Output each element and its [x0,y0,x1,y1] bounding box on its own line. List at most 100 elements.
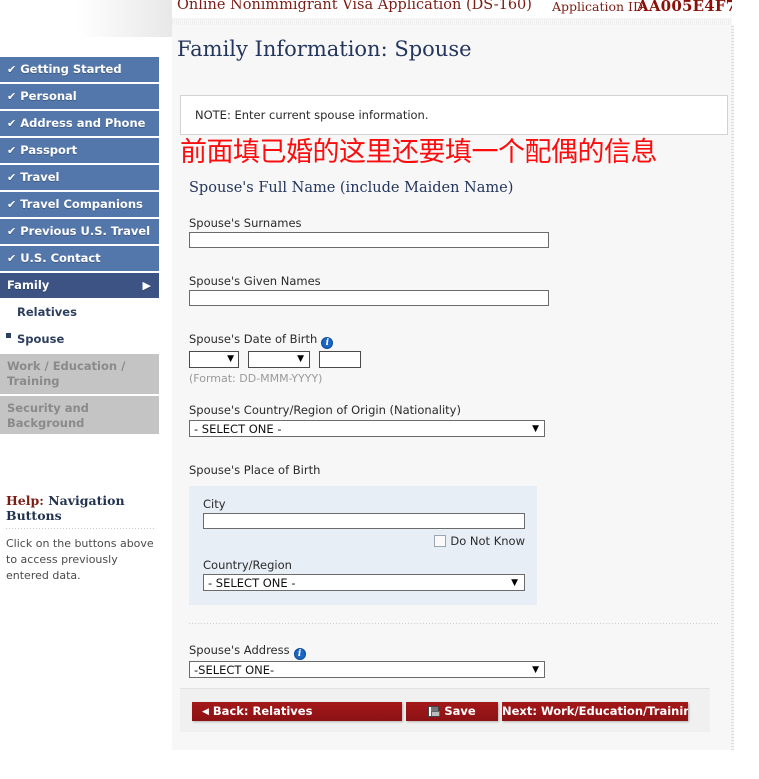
section-heading-full-name: Spouse's Full Name (include Maiden Name) [189,180,514,196]
check-icon: ✔ [7,252,17,265]
info-icon[interactable]: i [321,337,334,349]
app-title: Online Nonimmigrant Visa Application (DS… [177,0,532,13]
next-button[interactable]: Next: Work/Education/Training▶ [502,702,688,721]
spouse-given-names-input[interactable] [189,290,549,306]
button-group: ◀ Back: Relatives Save Next: Work/Educati… [192,702,688,721]
help-divider [6,528,156,529]
form-button-bar: ◀ Back: Relatives Save Next: Work/Educati… [180,688,710,732]
check-icon: ✔ [7,171,17,184]
spouse-nationality-value: - SELECT ONE - [194,422,282,436]
sidebar-item-label: Travel [20,170,60,184]
check-icon: ✔ [7,90,17,103]
sidebar-item-family[interactable]: Family ▶ [0,273,159,298]
current-page-bullet-icon [6,333,11,338]
spouse-nationality-label: Spouse's Country/Region of Origin (Natio… [189,403,461,417]
dob-row: ▼ ▼ [189,351,728,370]
header-divider [172,18,732,25]
pob-do-not-know-row: Do Not Know [203,534,525,548]
application-id-label: Application ID [552,0,644,14]
check-icon: ✔ [7,117,17,130]
pob-do-not-know-checkbox[interactable] [434,535,447,547]
field-spouse-nationality: Spouse's Country/Region of Origin (Natio… [189,399,728,437]
sidebar-item-getting-started[interactable]: ✔ Getting Started [0,57,159,82]
chevron-down-icon: ▼ [532,665,539,675]
sidebar-item-us-contact[interactable]: ✔ U.S. Contact [0,246,159,271]
sidebar-item-previous-us-travel[interactable]: ✔ Previous U.S. Travel [0,219,159,244]
spouse-address-select[interactable]: -SELECT ONE- ▼ [189,661,545,678]
spouse-given-names-label: Spouse's Given Names [189,274,321,288]
place-of-birth-panel: City Do Not Know Country/Region - SELECT… [189,486,537,605]
spouse-dob-day-select[interactable]: ▼ [189,351,239,368]
spouse-address-label: Spouse's Address [189,643,290,657]
sidebar-item-label: Previous U.S. Travel [20,224,151,238]
check-icon: ✔ [7,144,17,157]
sidebar-item-label: Personal [20,89,77,103]
sidebar-item-travel[interactable]: ✔ Travel [0,165,159,190]
main-right-edge [731,25,734,750]
sidebar-item-relatives[interactable]: Relatives [0,300,159,325]
triangle-left-icon: ◀ [202,707,209,717]
chevron-down-icon: ▼ [227,354,234,364]
pob-city-input[interactable] [203,513,525,529]
sidebar-item-label: Family [7,278,50,292]
help-title-highlight: Help: [6,493,44,508]
info-icon[interactable]: i [293,648,306,660]
field-spouse-address: Spouse's Address i -SELECT ONE- ▼ [189,639,728,678]
sidebar-item-address-and-phone[interactable]: ✔ Address and Phone [0,111,159,136]
page-root: Online Nonimmigrant Visa Application (DS… [0,0,759,779]
sidebar-item-travel-companions[interactable]: ✔ Travel Companions [0,192,159,217]
application-id-value: AA005E4F7W [637,0,732,15]
field-spouse-place-of-birth: Spouse's Place of Birth [189,459,728,479]
field-spouse-given-names: Spouse's Given Names [189,270,728,306]
sidebar-item-label: Security and Background [7,401,89,430]
field-spouse-date-of-birth: Spouse's Date of Birth i ▼ ▼ (Format: DD-… [189,328,728,385]
pob-city-label: City [203,497,226,511]
note-text: NOTE: Enter current spouse information. [195,108,429,122]
chevron-right-icon: ▶ [142,279,151,292]
spouse-dob-year-input[interactable] [319,351,362,368]
pob-country-label: Country/Region [203,558,292,572]
sidebar-item-work-education-training: Work / Education / Training [0,354,159,394]
spouse-surnames-label: Spouse's Surnames [189,216,302,230]
chevron-down-icon: ▼ [511,578,518,588]
sidebar-item-label: Travel Companions [20,197,143,211]
sidebar-item-personal[interactable]: ✔ Personal [0,84,159,109]
save-button[interactable]: Save [406,702,498,721]
sidebar-item-label: U.S. Contact [20,251,101,265]
help-title: Help: Navigation Buttons [6,493,156,523]
pob-country-select[interactable]: - SELECT ONE - ▼ [203,574,525,591]
back-button-label: Back: Relatives [212,704,313,718]
chevron-down-icon: ▼ [297,354,305,364]
spouse-dob-label: Spouse's Date of Birth [189,332,318,346]
save-button-label: Save [444,704,476,718]
pob-do-not-know-label: Do Not Know [450,534,525,548]
spouse-nationality-select[interactable]: - SELECT ONE - ▼ [189,420,545,437]
sidebar-item-spouse[interactable]: Spouse [0,327,159,352]
chevron-down-icon: ▼ [532,424,539,434]
help-body-text: Click on the buttons above to access pre… [6,537,154,582]
sidebar-item-label: Address and Phone [20,116,146,130]
next-button-label: Next: Work/Education/Training [502,704,688,718]
note-box: NOTE: Enter current spouse information. [180,95,728,135]
sidebar-item-security-and-background: Security and Background [0,396,159,434]
spouse-pob-label: Spouse's Place of Birth [189,463,321,477]
check-icon: ✔ [7,225,17,238]
help-panel: Help: Navigation Buttons Click on the bu… [6,493,156,584]
main-content: Family Information: Spouse NOTE: Enter c… [172,25,732,750]
dob-format-note: (Format: DD-MMM-YYYY) [189,372,323,385]
check-icon: ✔ [7,63,17,76]
floppy-disk-icon [428,706,441,717]
page-title: Family Information: Spouse [177,37,472,61]
spouse-surnames-input[interactable] [189,232,549,248]
spouse-form: Spouse's Full Name (include Maiden Name)… [180,180,728,678]
back-button[interactable]: ◀ Back: Relatives [192,702,402,721]
sidebar-item-label: Getting Started [20,62,122,76]
spouse-dob-month-select[interactable]: ▼ [248,351,311,368]
field-spouse-surnames: Spouse's Surnames [189,212,728,248]
sidebar-item-passport[interactable]: ✔ Passport [0,138,159,163]
check-icon: ✔ [7,198,17,211]
sidebar-subitem-label: Relatives [17,305,77,319]
chinese-annotation: 前面填已婚的这里还要填一个配偶的信息 [180,137,658,168]
sidebar-nav: ✔ Getting Started ✔ Personal ✔ Address and … [0,57,159,436]
pob-country-value: - SELECT ONE - [208,576,296,590]
